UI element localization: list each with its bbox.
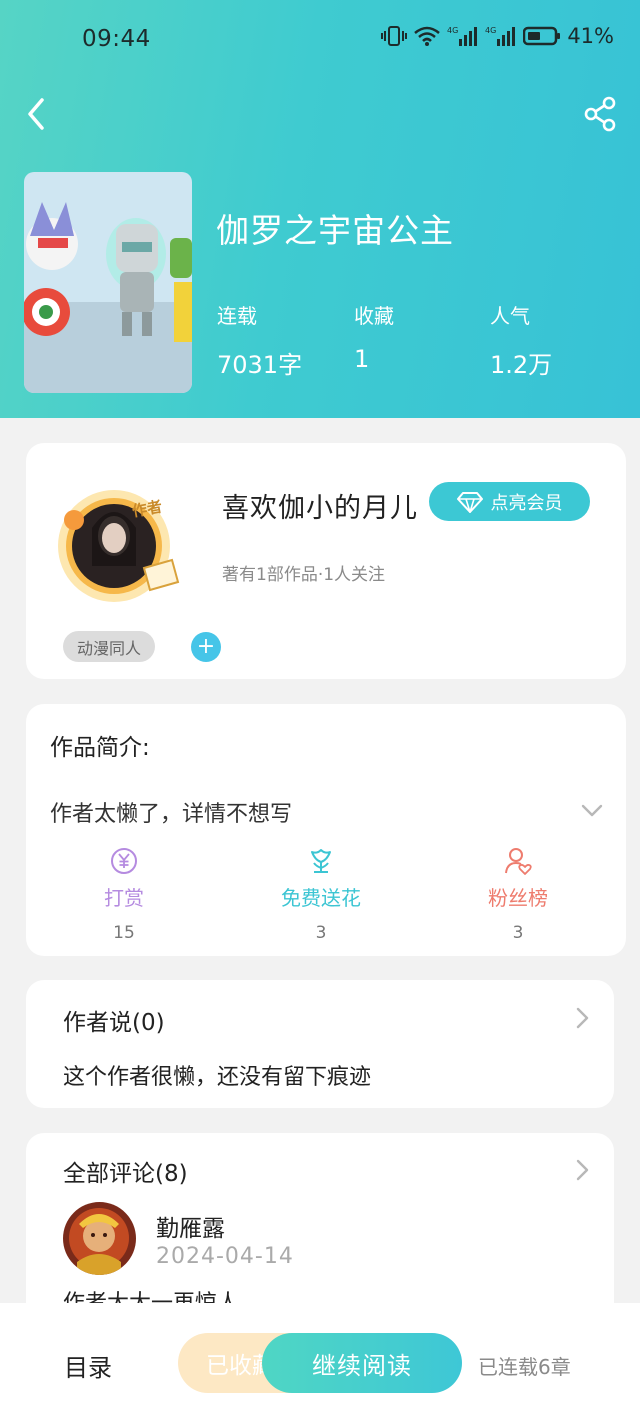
stat-value: 1: [354, 345, 370, 373]
author-says-heading: 作者说(0): [63, 1010, 165, 1036]
expand-button[interactable]: [578, 797, 606, 825]
intro-heading: 作品简介:: [50, 735, 150, 761]
commenter-avatar-image: [63, 1202, 136, 1275]
stat-favorites: 收藏 1: [354, 300, 394, 373]
comments-heading[interactable]: 全部评论(8): [63, 1154, 188, 1188]
share-icon: [584, 96, 616, 132]
fan-ranking-count: 3: [512, 923, 524, 943]
signal-icon-2: 4G: [485, 26, 516, 46]
yuan-coin-icon: [111, 848, 137, 874]
chevron-right-icon: [576, 1007, 589, 1029]
book-cover-image: [24, 172, 192, 393]
continue-reading-button[interactable]: 继续阅读: [262, 1333, 462, 1393]
diamond-icon: [456, 491, 483, 513]
fan-ranking-button[interactable]: 粉丝榜 3: [448, 846, 588, 943]
back-button[interactable]: [20, 94, 60, 134]
author-avatar-image: [58, 490, 180, 602]
comments-more[interactable]: [572, 1156, 594, 1184]
author-says-more[interactable]: [572, 1004, 594, 1032]
send-flower-label: 免费送花: [281, 886, 361, 910]
category-tag[interactable]: 动漫同人: [63, 631, 156, 662]
add-tag-button[interactable]: +: [191, 632, 221, 662]
stat-label: 人气: [490, 304, 530, 328]
book-title: 伽罗之宇宙公主: [216, 211, 454, 250]
wifi-icon: [414, 26, 441, 46]
book-cover[interactable]: [24, 172, 192, 393]
reward-count: 15: [113, 923, 135, 943]
table-of-contents-button[interactable]: 目录: [64, 1348, 112, 1383]
signal-icon: 4G: [447, 26, 478, 46]
flower-icon: [311, 849, 331, 873]
stat-value: 7031字: [217, 351, 303, 379]
comment-date: 2024-04-14: [156, 1244, 294, 1269]
stat-value: 1.2万: [490, 351, 553, 379]
status-bar: 09:44 4G 4G 41%: [0, 0, 640, 80]
author-says-text: 这个作者很懒，还没有留下痕迹: [63, 1065, 372, 1090]
reward-button[interactable]: 打赏 15: [54, 846, 194, 943]
author-name[interactable]: 喜欢伽小的月儿: [222, 486, 418, 525]
stat-serialized: 连载 7031字: [217, 300, 302, 380]
battery-icon: [523, 26, 561, 46]
stat-label: 连载: [217, 304, 257, 328]
vibrate-icon: [381, 26, 408, 46]
battery-percent: 41%: [567, 24, 614, 48]
reward-label: 打赏: [104, 886, 144, 910]
send-flower-count: 3: [315, 923, 327, 943]
battery: 41%: [523, 24, 614, 48]
commenter-avatar[interactable]: [63, 1202, 136, 1275]
intro-text: 作者太懒了，详情不想写: [50, 802, 293, 827]
chevron-down-icon: [581, 804, 603, 817]
status-icons: 4G 4G 41%: [381, 24, 614, 48]
stat-popularity: 人气 1.2万: [490, 300, 552, 380]
send-flower-button[interactable]: 免费送花 3: [251, 846, 391, 943]
svg-text:4G: 4G: [447, 26, 458, 35]
share-button[interactable]: [580, 94, 620, 134]
vip-button[interactable]: 点亮会员: [429, 482, 590, 521]
fan-ranking-label: 粉丝榜: [488, 886, 548, 910]
stat-label: 收藏: [354, 304, 394, 328]
chevron-right-icon: [576, 1159, 589, 1181]
author-avatar[interactable]: 作者: [44, 486, 184, 604]
svg-text:4G: 4G: [485, 26, 496, 35]
commenter-name: 勤雁露: [156, 1216, 225, 1242]
chapter-count: 已连载6章: [478, 1355, 571, 1379]
fan-heart-icon: [505, 848, 532, 875]
vip-label: 点亮会员: [490, 492, 563, 514]
back-arrow-icon: [28, 98, 44, 130]
status-time: 09:44: [82, 26, 151, 52]
author-meta: 著有1部作品·1人关注: [222, 565, 386, 585]
